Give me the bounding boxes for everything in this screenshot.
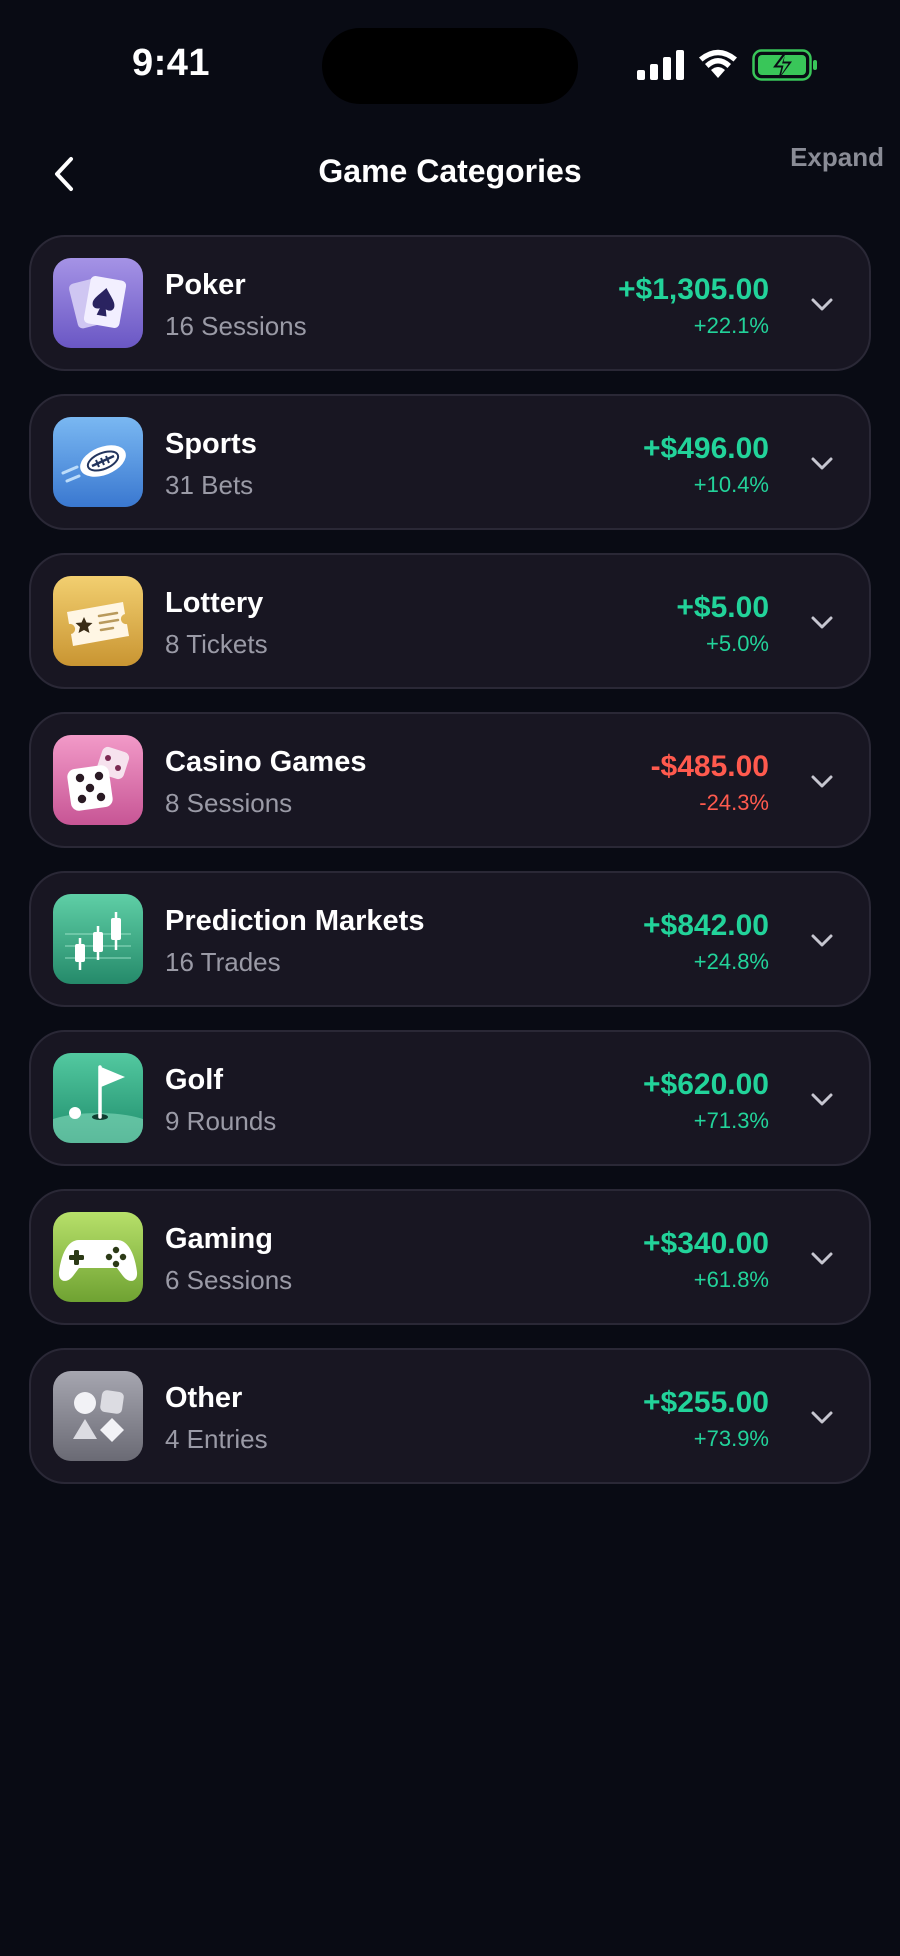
category-change: +10.4% bbox=[693, 472, 769, 497]
category-card-prediction-markets[interactable]: Prediction Markets 16 Trades +$842.00 +2… bbox=[29, 871, 871, 1007]
chevron-down-icon[interactable] bbox=[809, 609, 835, 635]
wifi-icon bbox=[699, 49, 737, 78]
category-amount: +$340.00 bbox=[643, 1227, 769, 1260]
battery-charging-icon bbox=[752, 49, 817, 81]
golf-flag-icon bbox=[53, 1053, 143, 1143]
category-name: Prediction Markets bbox=[165, 905, 425, 937]
page-title: Game Categories bbox=[318, 153, 582, 189]
chevron-down-icon[interactable] bbox=[809, 450, 835, 476]
category-count: 6 Sessions bbox=[165, 1265, 293, 1295]
chevron-down-icon[interactable] bbox=[809, 291, 835, 317]
gamepad-icon bbox=[53, 1212, 143, 1302]
football-icon bbox=[53, 417, 143, 507]
category-count: 9 Rounds bbox=[165, 1106, 277, 1136]
status-bar: 9:41 bbox=[0, 0, 900, 120]
candlestick-icon bbox=[53, 894, 143, 984]
category-name: Gaming bbox=[165, 1223, 273, 1255]
category-change: -24.3% bbox=[699, 790, 769, 815]
category-count: 4 Entries bbox=[165, 1424, 268, 1454]
poker-cards-icon bbox=[53, 258, 143, 348]
category-amount: +$842.00 bbox=[643, 909, 769, 942]
chevron-down-icon[interactable] bbox=[809, 1245, 835, 1271]
chevron-down-icon[interactable] bbox=[809, 768, 835, 794]
category-name: Golf bbox=[165, 1064, 223, 1096]
category-count: 8 Tickets bbox=[165, 629, 268, 659]
category-amount: +$255.00 bbox=[643, 1386, 769, 1419]
category-card-sports[interactable]: Sports 31 Bets +$496.00 +10.4% bbox=[29, 394, 871, 530]
category-name: Sports bbox=[165, 428, 257, 460]
category-card-other[interactable]: Other 4 Entries +$255.00 +73.9% bbox=[29, 1348, 871, 1484]
category-card-poker[interactable]: Poker 16 Sessions +$1,305.00 +22.1% bbox=[29, 235, 871, 371]
category-change: +22.1% bbox=[693, 313, 769, 338]
chevron-down-icon[interactable] bbox=[809, 1404, 835, 1430]
category-amount: +$5.00 bbox=[676, 591, 769, 624]
expand-button[interactable]: Expand bbox=[790, 142, 884, 173]
category-change: +24.8% bbox=[693, 949, 769, 974]
shapes-icon bbox=[53, 1371, 143, 1461]
category-change: +73.9% bbox=[693, 1426, 769, 1451]
dice-icon bbox=[53, 735, 143, 825]
category-change: +61.8% bbox=[693, 1267, 769, 1292]
category-name: Other bbox=[165, 1382, 243, 1414]
category-card-gaming[interactable]: Gaming 6 Sessions +$340.00 +61.8% bbox=[29, 1189, 871, 1325]
category-amount: +$620.00 bbox=[643, 1068, 769, 1101]
cellular-signal-icon bbox=[637, 50, 684, 80]
category-count: 16 Trades bbox=[165, 947, 281, 977]
category-change: +5.0% bbox=[706, 631, 769, 656]
ticket-icon bbox=[53, 576, 143, 666]
category-amount: -$485.00 bbox=[650, 750, 769, 783]
category-name: Poker bbox=[165, 269, 246, 301]
category-count: 8 Sessions bbox=[165, 788, 293, 818]
category-amount: +$1,305.00 bbox=[618, 273, 769, 306]
category-count: 16 Sessions bbox=[165, 311, 307, 341]
chevron-down-icon[interactable] bbox=[809, 927, 835, 953]
status-time: 9:41 bbox=[132, 42, 211, 84]
category-list: Poker 16 Sessions +$1,305.00 +22.1% Spor… bbox=[29, 235, 871, 1507]
category-name: Casino Games bbox=[165, 746, 367, 778]
category-card-golf[interactable]: Golf 9 Rounds +$620.00 +71.3% bbox=[29, 1030, 871, 1166]
category-change: +71.3% bbox=[693, 1108, 769, 1133]
category-count: 31 Bets bbox=[165, 470, 254, 500]
chevron-down-icon[interactable] bbox=[809, 1086, 835, 1112]
category-amount: +$496.00 bbox=[643, 432, 769, 465]
category-card-lottery[interactable]: Lottery 8 Tickets +$5.00 +5.0% bbox=[29, 553, 871, 689]
dynamic-island bbox=[322, 28, 578, 104]
category-name: Lottery bbox=[165, 587, 264, 619]
category-card-casino-games[interactable]: Casino Games 8 Sessions -$485.00 -24.3% bbox=[29, 712, 871, 848]
